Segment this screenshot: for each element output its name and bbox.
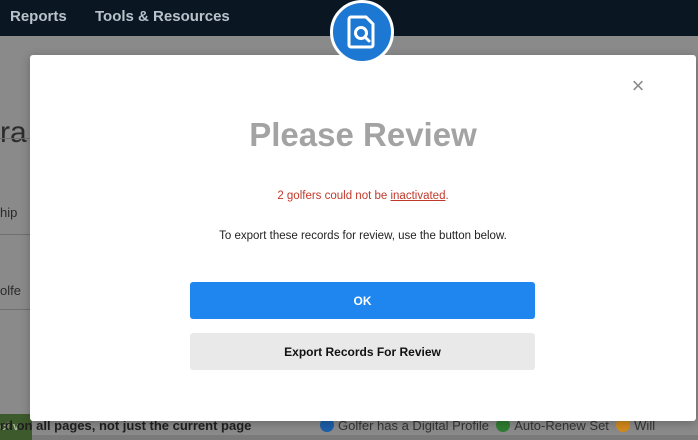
nav-item-reports[interactable]: Reports xyxy=(10,8,67,25)
page-title-fragment: ra xyxy=(0,116,27,149)
ok-button[interactable]: OK xyxy=(190,282,535,319)
inactivated-link[interactable]: inactivated xyxy=(390,190,445,202)
row-fragment: olfe xyxy=(0,283,21,298)
row-fragment: hip xyxy=(0,205,18,220)
error-text: 2 golfers could not be xyxy=(277,190,391,202)
dialog-title: Please Review xyxy=(249,116,477,153)
error-message: 2 golfers could not be inactivated. xyxy=(30,190,696,202)
close-icon[interactable]: × xyxy=(626,74,650,98)
document-search-icon-glyph xyxy=(347,15,375,49)
document-search-icon xyxy=(330,0,394,64)
error-suffix: . xyxy=(445,190,449,202)
export-records-button[interactable]: Export Records For Review xyxy=(190,333,535,370)
nav-item-tools-resources[interactable]: Tools & Resources xyxy=(95,8,230,25)
info-message: To export these records for review, use … xyxy=(219,230,507,242)
